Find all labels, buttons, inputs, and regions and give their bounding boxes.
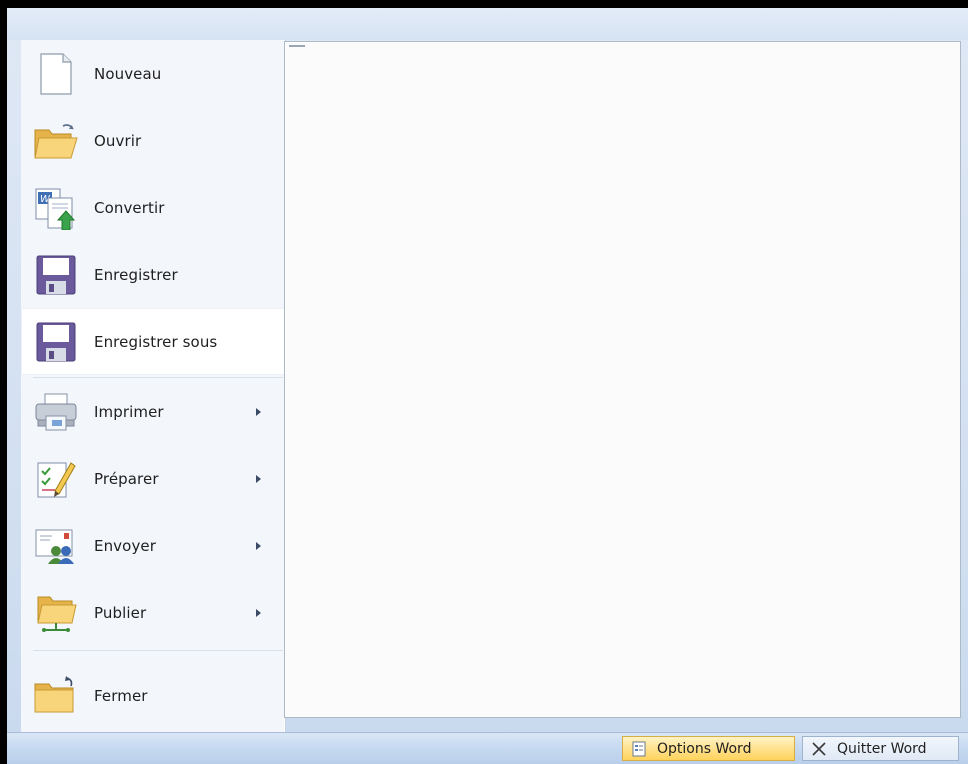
- publish-folder-icon: [31, 588, 81, 638]
- send-envelope-icon: [31, 521, 81, 571]
- file-menu-panel: Nouveau Ouvrir W Convertir Enregistrer E…: [21, 40, 286, 732]
- submenu-arrow-icon: [256, 608, 261, 617]
- new-document-icon: [31, 49, 81, 99]
- submenu-arrow-icon: [256, 407, 261, 416]
- prepare-document-icon: [31, 454, 81, 504]
- office-menu-window: Nouveau Ouvrir W Convertir Enregistrer E…: [7, 8, 968, 764]
- save-as-floppy-icon: [31, 317, 81, 367]
- menu-item-enregistrer[interactable]: Enregistrer: [21, 241, 285, 308]
- menu-item-preparer[interactable]: Préparer: [21, 445, 285, 512]
- recent-documents-panel: [284, 41, 961, 718]
- menu-item-label: Préparer: [94, 469, 159, 488]
- menu-item-label: Imprimer: [94, 402, 164, 421]
- open-folder-icon: [31, 116, 81, 166]
- menu-item-nouveau[interactable]: Nouveau: [21, 40, 285, 107]
- menu-item-label: Enregistrer sous: [94, 332, 218, 351]
- menu-footer: Options Word Quitter Word: [7, 732, 968, 764]
- menu-item-publier[interactable]: Publier: [21, 579, 285, 646]
- menu-separator: [33, 650, 283, 651]
- quit-word-button[interactable]: Quitter Word: [802, 736, 959, 761]
- menu-item-label: Publier: [94, 603, 147, 622]
- menu-item-label: Nouveau: [94, 64, 162, 83]
- menu-item-label: Enregistrer: [94, 265, 178, 284]
- submenu-arrow-icon: [256, 474, 261, 483]
- menu-item-convertir[interactable]: W Convertir: [21, 174, 285, 241]
- menu-item-label: Envoyer: [94, 536, 157, 555]
- submenu-arrow-icon: [256, 541, 261, 550]
- menu-item-fermer[interactable]: Fermer: [21, 662, 285, 729]
- menu-item-label: Convertir: [94, 198, 165, 217]
- convert-document-icon: W: [31, 183, 81, 233]
- options-word-label: Options Word: [657, 740, 752, 757]
- menu-item-label: Ouvrir: [94, 131, 142, 150]
- options-icon: [631, 741, 647, 757]
- menu-item-enregistrer-sous[interactable]: Enregistrer sous: [21, 308, 285, 375]
- menu-item-label: Fermer: [94, 686, 148, 705]
- menu-item-imprimer[interactable]: Imprimer: [21, 378, 285, 445]
- close-x-icon: [811, 741, 827, 757]
- menu-item-ouvrir[interactable]: Ouvrir: [21, 107, 285, 174]
- options-word-button[interactable]: Options Word: [622, 736, 795, 761]
- title-strip: [7, 8, 968, 40]
- menu-item-envoyer[interactable]: Envoyer: [21, 512, 285, 579]
- close-folder-icon: [31, 671, 81, 721]
- quit-word-label: Quitter Word: [837, 740, 927, 757]
- panel-resize-grip: [289, 45, 305, 47]
- printer-icon: [31, 387, 81, 437]
- save-floppy-icon: [31, 250, 81, 300]
